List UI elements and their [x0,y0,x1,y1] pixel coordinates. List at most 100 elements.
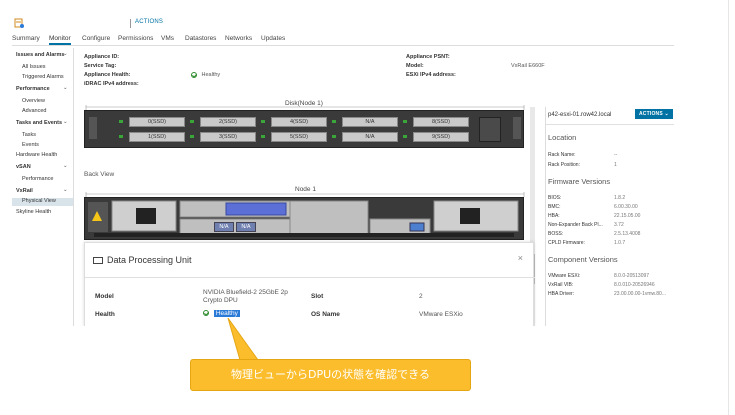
nic-slot-na-1[interactable]: N/A [214,222,234,232]
dpu-slot-label: Slot [311,293,324,300]
divider [546,124,674,125]
tab-vms[interactable]: VMs [161,35,174,42]
drive-led [403,120,407,123]
dpu-model-line1: NVIDIA Bluefield-2 25GbE 2p [203,289,288,296]
model-value: VxRail E660F [511,63,545,69]
sidebar-item-triggered-alarms[interactable]: Triggered Alarms [22,74,64,80]
drive-led [332,120,336,123]
dpu-card-icon [93,257,103,264]
fw-value: 22.15.05.00 [614,213,641,219]
panel-actions-label: ACTIONS [639,111,663,117]
host-icon [14,18,24,28]
drive-slot-9[interactable]: 9(SSD) [413,132,469,142]
sidebar-item-tasks[interactable]: Tasks [22,132,36,138]
drive-slot-0[interactable]: 0(SSD) [129,117,185,127]
fw-label: BOSS: [548,231,564,237]
vsphere-client: ACTIONS Summary Monitor Configure Permis… [12,14,674,326]
sidebar-group-issues[interactable]: Issues and Alarms [16,52,64,58]
tab-configure[interactable]: Configure [82,35,110,42]
drive-led [403,135,407,138]
drive-led [261,135,265,138]
drive-slot-4[interactable]: 4(SSD) [271,117,327,127]
divider [85,277,535,278]
nic-slot-na-2[interactable]: N/A [236,222,256,232]
comp-value: 8.0.010-20526946 [614,282,655,288]
chevron-down-icon[interactable]: ⌄ [63,163,68,169]
sidebar-item-physical-view[interactable]: Physical View [12,198,73,206]
sidebar-item-vsan-performance[interactable]: Performance [22,176,54,182]
actions-menu[interactable]: ACTIONS [135,19,163,25]
tab-bar: Summary Monitor Configure Permissions VM… [12,34,674,46]
chevron-down-icon[interactable]: ⌄ [63,51,68,57]
drive-slot-3[interactable]: 3(SSD) [200,132,256,142]
sidebar-item-skyline-health[interactable]: Skyline Health [16,209,51,215]
tab-monitor[interactable]: Monitor [49,35,71,45]
page-edge [728,0,729,415]
sidebar-group-tasks-events[interactable]: Tasks and Events [16,120,62,126]
tab-permissions[interactable]: Permissions [118,35,153,42]
sidebar-group-performance[interactable]: Performance [16,86,50,92]
dpu-model-label: Model [95,293,114,300]
chevron-down-icon[interactable]: ⌄ [63,119,68,125]
tab-datastores[interactable]: Datastores [185,35,216,42]
right-ear [513,117,521,139]
rack-name-label: Rack Name: [548,152,576,158]
appliance-health-value: Healthy [191,72,220,78]
drive-led [190,120,194,123]
chevron-down-icon[interactable]: ⌄ [63,85,68,91]
rack-position-label: Rack Position: [548,162,580,168]
idrac-label: iDRAC IPv4 address: [84,81,139,87]
drive-slot-8[interactable]: 8(SSD) [413,117,469,127]
check-circle-icon [191,72,197,78]
model-label: Model: [406,63,424,69]
header-separator [130,19,131,28]
fw-value: 3.72 [614,222,624,228]
appliance-health-text: Healthy [201,72,221,79]
tab-networks[interactable]: Networks [225,35,252,42]
fw-label: Non-Expander Back Pl... [548,222,603,228]
fw-label: BIOS: [548,195,562,201]
fw-value: 6.00.30.00 [614,204,638,210]
drive-slot-1[interactable]: 1(SSD) [129,132,185,142]
drive-led [261,120,265,123]
drive-slot-5[interactable]: 5(SSD) [271,132,327,142]
drive-led [190,135,194,138]
dpu-model-value: NVIDIA Bluefield-2 25GbE 2p Crypto DPU [203,289,288,305]
fw-value: 1.0.7 [614,240,626,246]
screenshot: ACTIONS Summary Monitor Configure Permis… [0,0,735,415]
drive-led [332,135,336,138]
back-view-label: Back View [84,171,115,178]
object-header: ACTIONS [12,14,674,32]
comp-label: VMware ESXi: [548,273,581,279]
tab-summary[interactable]: Summary [12,35,40,42]
sidebar-item-all-issues[interactable]: All Issues [22,64,46,70]
sidebar-group-vsan[interactable]: vSAN [16,164,31,170]
callout-pointer [227,317,259,361]
fw-label: BMC: [548,204,561,210]
sidebar-item-hardware-health[interactable]: Hardware Health [16,152,57,158]
sidebar-item-events[interactable]: Events [22,142,39,148]
comp-label: VxRail VIB: [548,282,574,288]
panel-actions-button[interactable]: ACTIONS ⌄ [635,109,673,119]
host-summary-panel: p42-esxi-01.row42.local ACTIONS ⌄ Locati… [545,107,674,326]
fw-label: CPLD Firmware: [548,240,585,246]
drive-slot-6[interactable]: N/A [342,117,398,127]
comp-value: 8.0.0-20513097 [614,273,650,279]
control-panel [479,117,501,142]
sidebar-group-vxrail[interactable]: VxRail [16,188,33,194]
service-tag-label: Service Tag: [84,63,117,69]
dpu-details-dialog: Data Processing Unit × Model NVIDIA Blue… [84,242,535,326]
sidebar-item-advanced[interactable]: Advanced [22,108,46,114]
sidebar-item-overview[interactable]: Overview [22,98,45,104]
drive-slot-7[interactable]: N/A [342,132,398,142]
close-icon[interactable]: × [518,253,523,263]
dpu-os-value: VMware ESXio [419,311,463,318]
chevron-down-icon[interactable]: ⌄ [63,187,68,193]
monitor-sidebar: Issues and Alarms ⌄ All Issues Triggered… [12,48,74,326]
drive-led [119,120,123,123]
tab-updates[interactable]: Updates [261,35,285,42]
back-chassis [84,197,524,240]
drive-slot-2[interactable]: 2(SSD) [200,117,256,127]
drive-led [119,135,123,138]
firmware-heading: Firmware Versions [548,177,611,186]
